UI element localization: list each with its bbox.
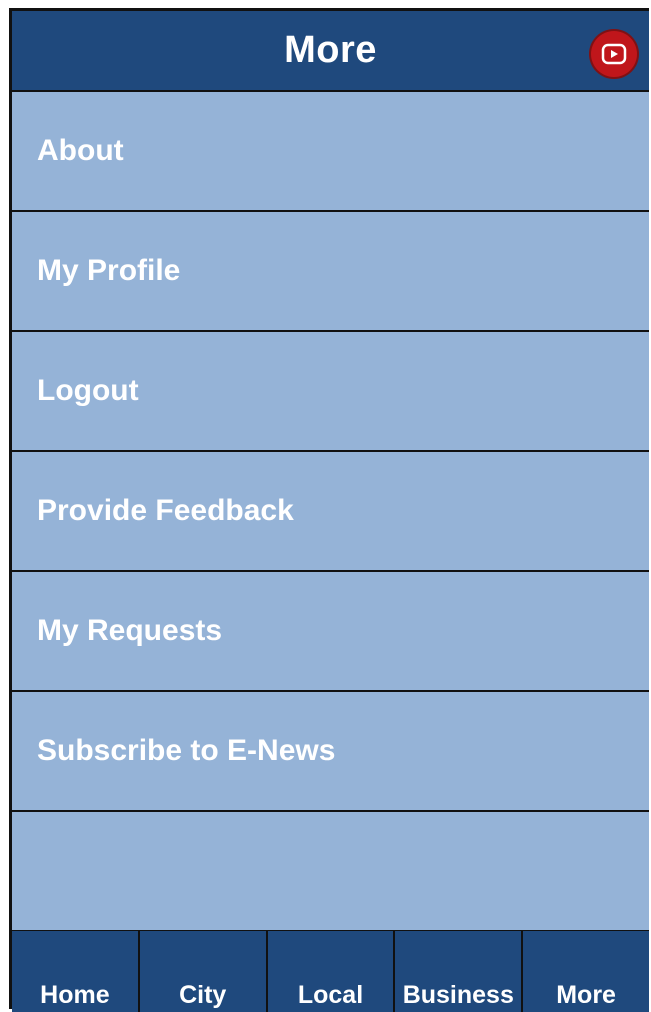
app-frame: More About My Profile Logout Provide Fee… [9,8,649,1012]
menu-item-label: Provide Feedback [37,494,294,527]
tab-local[interactable]: Local [268,931,396,1012]
more-menu-list: About My Profile Logout Provide Feedback… [12,92,649,932]
menu-item-label: Subscribe to E-News [37,734,336,767]
tab-city[interactable]: City [140,931,268,1012]
tab-home[interactable]: Home [12,931,140,1012]
menu-item-my-requests[interactable]: My Requests [12,572,649,692]
menu-empty-row [12,812,649,932]
tab-more[interactable]: More [523,931,649,1012]
tab-business[interactable]: Business [395,931,524,1012]
tab-label: More [556,981,616,1009]
menu-item-label: My Requests [37,614,223,647]
youtube-button[interactable] [591,31,637,77]
bottom-tab-bar: Home City Local Business More [12,931,649,1012]
menu-item-my-profile[interactable]: My Profile [12,212,649,332]
menu-item-subscribe-enews[interactable]: Subscribe to E-News [12,692,649,812]
menu-item-provide-feedback[interactable]: Provide Feedback [12,452,649,572]
tab-label: City [179,981,227,1009]
menu-item-label: My Profile [37,254,181,287]
tab-label: Business [402,981,514,1009]
page-title: More [284,29,377,71]
menu-item-about[interactable]: About [12,92,649,212]
menu-item-label: About [37,134,124,167]
header-bar: More [12,11,649,92]
tab-label: Local [297,981,364,1009]
tab-label: Home [40,981,110,1009]
menu-item-label: Logout [37,374,139,407]
youtube-play-icon [601,43,627,65]
menu-item-logout[interactable]: Logout [12,332,649,452]
